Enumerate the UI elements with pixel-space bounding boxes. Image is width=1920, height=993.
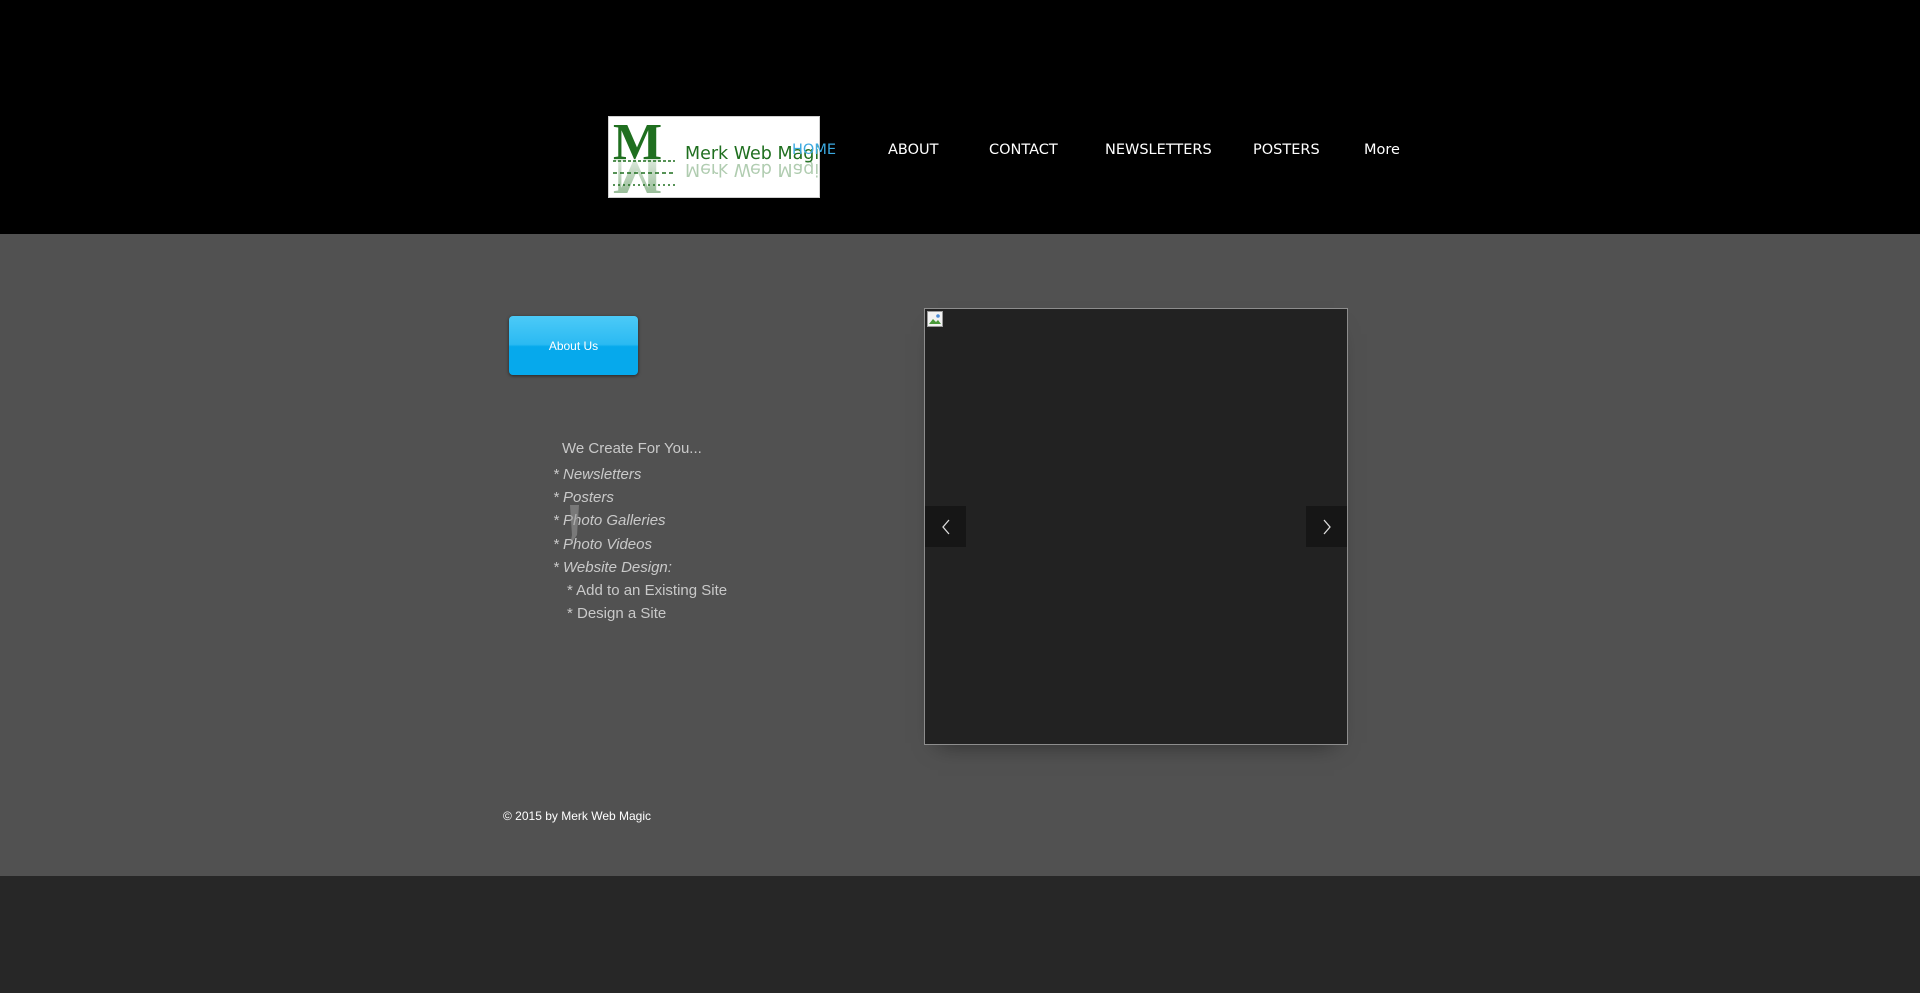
service-item-website-design: * Website Design: [553, 558, 672, 576]
nav-posters[interactable]: POSTERS [1253, 138, 1320, 162]
text-cursor-icon [570, 505, 579, 545]
copyright-text: © 2015 by Merk Web Magic [503, 809, 652, 823]
slideshow-prev-button[interactable] [925, 506, 966, 547]
nav-about[interactable]: ABOUT [888, 138, 939, 162]
services-list: * Newsletters * Posters * Photo Gallerie… [553, 463, 727, 625]
nav-more[interactable]: More [1364, 138, 1400, 162]
nav-home[interactable]: HOME [792, 138, 836, 162]
service-item-photo-videos: * Photo Videos [553, 535, 652, 553]
nav-newsletters[interactable]: NEWSLETTERS [1105, 138, 1212, 162]
service-subitem-existing-site: * Add to an Existing Site [567, 581, 728, 599]
nav-contact[interactable]: CONTACT [989, 138, 1058, 162]
page-footer [0, 876, 1920, 993]
chevron-right-icon [1323, 519, 1331, 534]
service-item-newsletters: * Newsletters [553, 466, 642, 483]
site-header: M M Merk Web Magic Merk Web Magic HOME A… [0, 0, 1920, 234]
logo-graphic: M M Merk Web Magic Merk Web Magic [613, 117, 819, 197]
about-us-button[interactable]: About Us [509, 316, 638, 375]
services-title: We Create For You... [562, 440, 702, 457]
chevron-left-icon [941, 519, 949, 534]
broken-image-icon [927, 311, 943, 327]
image-slideshow[interactable] [924, 308, 1348, 745]
service-item-photo-galleries: * Photo Galleries [553, 512, 666, 530]
service-item-posters: * Posters [553, 489, 614, 507]
slideshow-next-button[interactable] [1306, 506, 1347, 547]
logo-letter-reflection: M [613, 147, 662, 197]
logo-text-reflection: Merk Web Magic [685, 159, 819, 179]
site-logo[interactable]: M M Merk Web Magic Merk Web Magic [608, 116, 820, 198]
service-subitem-design-site: * Design a Site [567, 605, 667, 623]
